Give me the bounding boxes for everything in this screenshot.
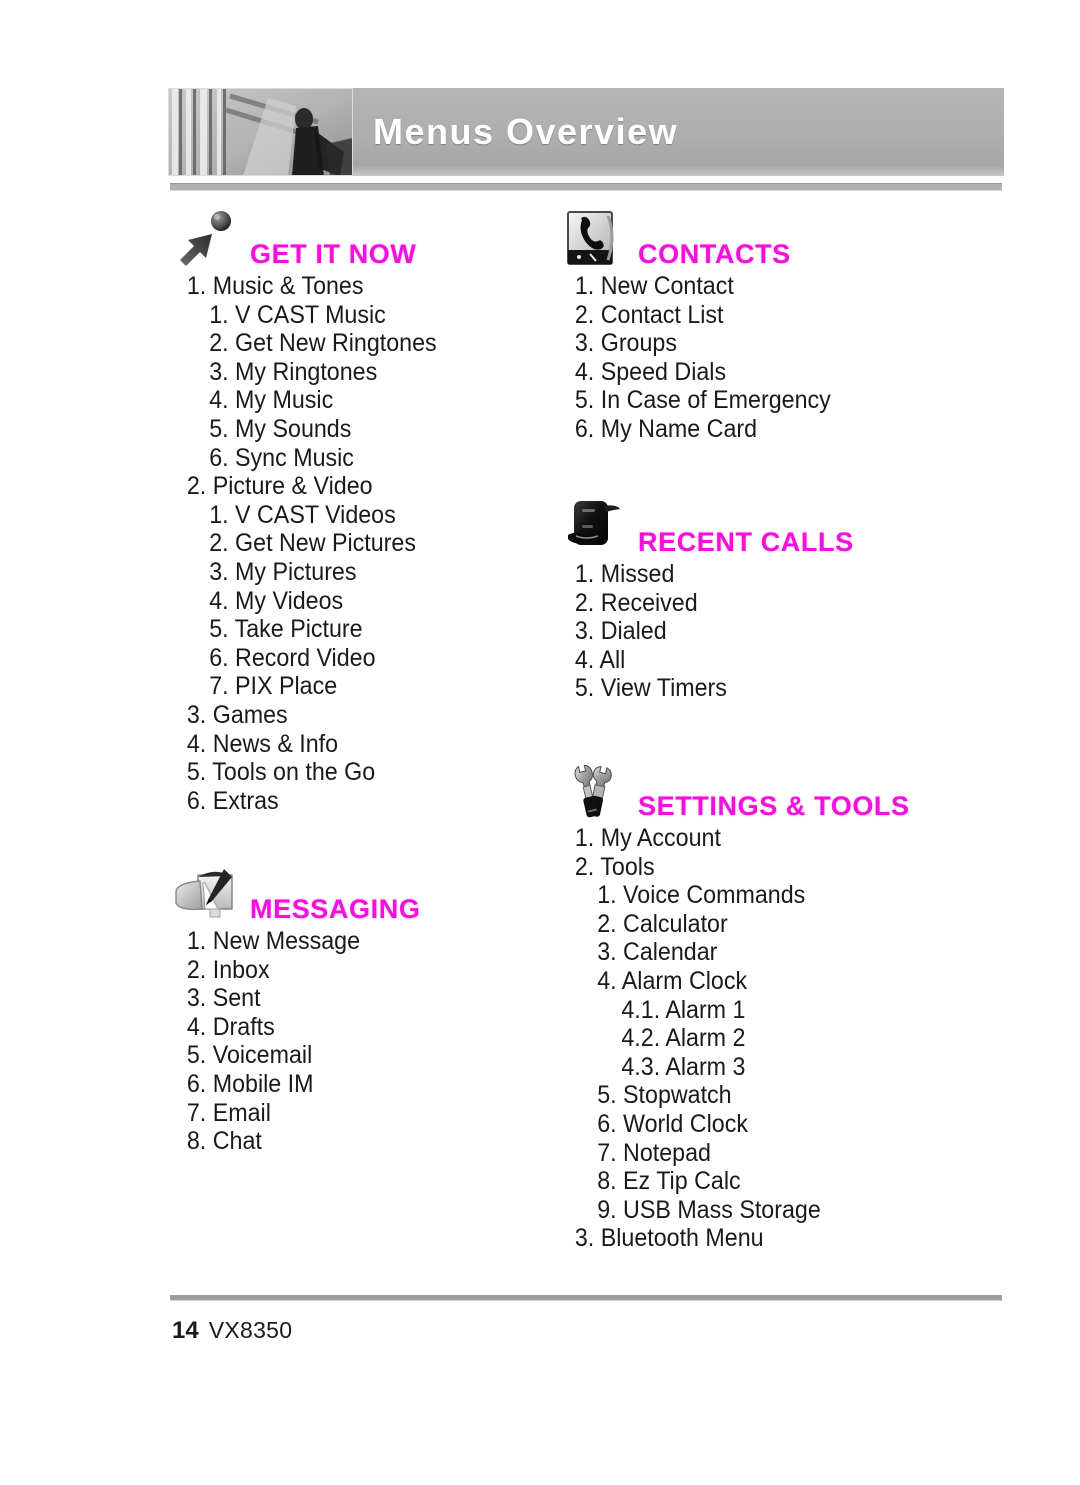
menu-item[interactable]: 5. Voicemail xyxy=(172,1041,360,1070)
section-title: SETTINGS & TOOLS xyxy=(638,791,910,821)
menu-item[interactable]: 2. Inbox xyxy=(172,956,360,985)
page-number: 14 xyxy=(172,1317,199,1344)
menu-item[interactable]: 7. Email xyxy=(172,1099,360,1128)
menu-item[interactable]: 2. Get New Ringtones xyxy=(172,329,436,358)
section-header-contacts: CONTACTS xyxy=(560,210,851,272)
menu-item[interactable]: 1. Voice Commands xyxy=(560,881,821,910)
page-title: Menus Overview xyxy=(373,111,679,152)
menu-list-get-it-now: 1. Music & Tones 1. V CAST Music 2. Get … xyxy=(172,272,457,815)
menu-item[interactable]: 3. Groups xyxy=(560,329,831,358)
menu-item[interactable]: 4. Alarm Clock xyxy=(560,967,821,996)
menu-item[interactable]: 4. My Music xyxy=(172,386,437,415)
menu-item[interactable]: 2. Calculator xyxy=(560,910,821,939)
menu-item[interactable]: 1. New Message xyxy=(172,927,360,956)
menu-list-recent-calls: 1. Missed 2. Received 3. Dialed 4. All 5… xyxy=(560,560,739,703)
section-get-it-now: GET IT NOW 1. Music & Tones 1. V CAST Mu… xyxy=(172,210,457,815)
menu-item[interactable]: 2. Get New Pictures xyxy=(172,529,437,558)
mailbox-with-pen-icon xyxy=(172,865,244,923)
menu-item[interactable]: 6. Mobile IM xyxy=(172,1070,360,1099)
header-photo xyxy=(168,88,353,176)
phone-handset-card-icon xyxy=(560,210,632,268)
section-title: MESSAGING xyxy=(250,894,421,924)
section-title: GET IT NOW xyxy=(250,239,417,269)
menu-item[interactable]: 1. Music & Tones xyxy=(172,272,437,301)
section-title: CONTACTS xyxy=(638,239,791,269)
menu-item[interactable]: 4. All xyxy=(560,646,727,675)
menu-item[interactable]: 8. Chat xyxy=(172,1127,360,1156)
menu-item[interactable]: 3. Bluetooth Menu xyxy=(560,1224,821,1253)
menu-item[interactable]: 2. Tools xyxy=(560,853,821,882)
section-title: RECENT CALLS xyxy=(638,527,854,557)
menu-item[interactable]: 6. Record Video xyxy=(172,644,437,673)
section-header-get-it-now: GET IT NOW xyxy=(172,210,457,272)
manual-page: Menus Overview GET IT NOW 1. Music & Ton… xyxy=(0,0,1080,1485)
menu-item[interactable]: 7. PIX Place xyxy=(172,672,437,701)
menu-item[interactable]: 3. Calendar xyxy=(560,938,821,967)
menu-item[interactable]: 4.2. Alarm 2 xyxy=(560,1024,821,1053)
menu-item[interactable]: 9. USB Mass Storage xyxy=(560,1196,821,1225)
menu-item[interactable]: 6. World Clock xyxy=(560,1110,821,1139)
section-recent-calls: RECENT CALLS 1. Missed 2. Received 3. Di… xyxy=(560,498,853,703)
menu-item[interactable]: 5. Tools on the Go xyxy=(172,758,437,787)
menu-item[interactable]: 2. Picture & Video xyxy=(172,472,437,501)
menu-item[interactable]: 1. New Contact xyxy=(560,272,831,301)
menu-item[interactable]: 4. Drafts xyxy=(172,1013,360,1042)
menu-item[interactable]: 2. Contact List xyxy=(560,301,831,330)
menu-item[interactable]: 2. Received xyxy=(560,589,727,618)
device-model: VX8350 xyxy=(208,1317,293,1343)
section-header-messaging: MESSAGING xyxy=(172,865,420,927)
menu-item[interactable]: 5. View Timers xyxy=(560,674,727,703)
wrench-screwdriver-icon xyxy=(560,762,632,820)
header-divider xyxy=(170,183,1002,191)
menu-item[interactable]: 5. Stopwatch xyxy=(560,1081,821,1110)
menu-item[interactable]: 4.1. Alarm 1 xyxy=(560,996,821,1025)
menu-item[interactable]: 5. My Sounds xyxy=(172,415,437,444)
menu-item[interactable]: 3. My Ringtones xyxy=(172,358,437,387)
arrow-with-ball-icon xyxy=(172,210,244,268)
section-header-settings-tools: SETTINGS & TOOLS xyxy=(560,762,909,824)
menu-item[interactable]: 4. Speed Dials xyxy=(560,358,831,387)
menu-item[interactable]: 8. Ez Tip Calc xyxy=(560,1167,821,1196)
menu-item[interactable]: 7. Notepad xyxy=(560,1139,821,1168)
flip-phone-icon xyxy=(560,498,632,556)
menu-item[interactable]: 4. My Videos xyxy=(172,587,437,616)
menu-item[interactable]: 4. News & Info xyxy=(172,730,437,759)
menu-item[interactable]: 4.3. Alarm 3 xyxy=(560,1053,821,1082)
menu-item[interactable]: 3. Dialed xyxy=(560,617,727,646)
menu-list-settings-tools: 1. My Account 2. Tools 1. Voice Commands… xyxy=(560,824,840,1253)
section-contacts: CONTACTS 1. New Contact 2. Contact List … xyxy=(560,210,851,444)
menu-item[interactable]: 1. My Account xyxy=(560,824,821,853)
section-messaging: MESSAGING 1. New Message 2. Inbox 3. Sen… xyxy=(172,865,420,1156)
menu-item[interactable]: 3. My Pictures xyxy=(172,558,437,587)
footer-divider xyxy=(170,1295,1002,1301)
section-settings-tools: SETTINGS & TOOLS 1. My Account 2. Tools … xyxy=(560,762,909,1253)
menu-item[interactable]: 5. Take Picture xyxy=(172,615,437,644)
menu-item[interactable]: 6. Extras xyxy=(172,787,437,816)
section-header-recent-calls: RECENT CALLS xyxy=(560,498,853,560)
menu-item[interactable]: 1. V CAST Videos xyxy=(172,501,437,530)
menu-item[interactable]: 5. In Case of Emergency xyxy=(560,386,831,415)
menu-item[interactable]: 3. Games xyxy=(172,701,437,730)
menu-list-messaging: 1. New Message 2. Inbox 3. Sent 4. Draft… xyxy=(172,927,374,1156)
menu-item[interactable]: 6. Sync Music xyxy=(172,444,437,473)
page-header: Menus Overview xyxy=(168,88,1004,176)
footer: 14 VX8350 xyxy=(172,1317,292,1345)
menu-item[interactable]: 3. Sent xyxy=(172,984,360,1013)
menu-list-contacts: 1. New Contact 2. Contact List 3. Groups… xyxy=(560,272,851,444)
menu-item[interactable]: 1. V CAST Music xyxy=(172,301,437,330)
menu-item[interactable]: 1. Missed xyxy=(560,560,727,589)
menu-item[interactable]: 6. My Name Card xyxy=(560,415,831,444)
